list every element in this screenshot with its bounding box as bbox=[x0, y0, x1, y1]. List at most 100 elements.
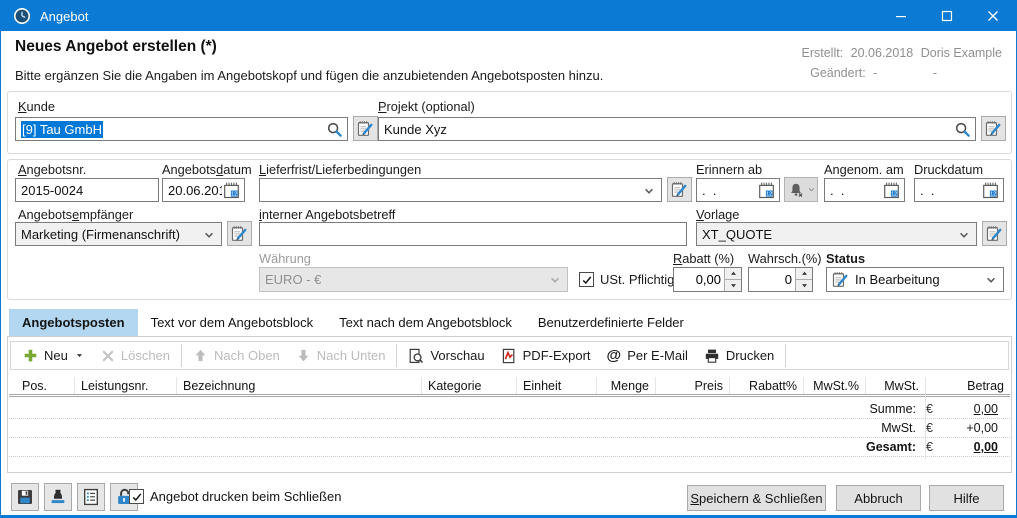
projekt-input[interactable]: Kunde Xyz bbox=[378, 117, 976, 141]
minimize-button[interactable] bbox=[878, 1, 924, 31]
status-combobox[interactable]: In Bearbeitung bbox=[826, 267, 1004, 292]
spin-down-icon bbox=[800, 281, 809, 290]
column-header[interactable]: Menge bbox=[597, 377, 656, 394]
wahrsch-spin-up-button[interactable] bbox=[796, 268, 812, 280]
calendar-icon[interactable] bbox=[883, 182, 900, 199]
druckdatum-label: Druckdatum bbox=[914, 162, 983, 177]
rabatt-label: Rabatt (%) bbox=[673, 251, 734, 266]
column-header[interactable]: Preis bbox=[656, 377, 730, 394]
projekt-edit-button[interactable] bbox=[981, 116, 1006, 141]
preview-icon bbox=[408, 348, 424, 364]
kunde-search-icon[interactable] bbox=[326, 121, 343, 138]
neu-button[interactable]: Neu bbox=[15, 344, 93, 368]
created-date: 20.06.2018 bbox=[851, 46, 914, 60]
ust-label: USt. Pflichtig bbox=[600, 272, 674, 287]
close-button[interactable] bbox=[970, 1, 1016, 31]
rabatt-spinner[interactable]: 0,00 bbox=[673, 267, 742, 292]
angenommen-date-input[interactable]: . . bbox=[824, 178, 905, 202]
modified-label: Geändert: bbox=[810, 66, 866, 80]
reminder-bell-button[interactable] bbox=[784, 177, 818, 202]
empfaenger-combobox[interactable]: Marketing (Firmenanschrift) bbox=[15, 222, 222, 246]
column-header[interactable]: Pos. bbox=[16, 377, 75, 394]
chevron-down-icon bbox=[956, 227, 972, 243]
waehrung-label: Währung bbox=[259, 251, 311, 266]
maximize-icon bbox=[939, 8, 955, 24]
at-icon: @ bbox=[607, 347, 622, 364]
empfaenger-edit-button[interactable] bbox=[227, 221, 252, 246]
angenommen-label: Angenom. am bbox=[824, 162, 904, 177]
calendar-icon[interactable] bbox=[758, 182, 775, 199]
stamp-icon-button[interactable] bbox=[44, 483, 72, 511]
spin-down-icon bbox=[729, 281, 738, 290]
vorlage-combobox[interactable]: XT_QUOTE bbox=[696, 222, 977, 246]
report-icon-button[interactable] bbox=[77, 483, 105, 511]
status-label: Status bbox=[826, 251, 865, 266]
stamp-icon bbox=[49, 488, 67, 506]
print-on-close-checkbox[interactable] bbox=[129, 489, 144, 504]
pdf-export-button[interactable]: PDF-Export bbox=[493, 344, 599, 368]
created-user: Doris Example bbox=[921, 46, 1002, 60]
empfaenger-label: Angebotsempfänger bbox=[18, 207, 133, 222]
spin-up-icon bbox=[729, 269, 738, 278]
title-bar: Angebot bbox=[1, 1, 1016, 31]
cancel-button[interactable]: Abbruch bbox=[836, 485, 921, 511]
vorlage-edit-button[interactable] bbox=[982, 221, 1007, 246]
kunde-edit-button[interactable] bbox=[353, 116, 378, 141]
toolbar-separator bbox=[396, 344, 397, 367]
rabatt-spin-up-button[interactable] bbox=[725, 268, 741, 280]
edit-icon bbox=[832, 271, 849, 288]
column-header[interactable]: MwSt.% bbox=[804, 377, 866, 394]
save-icon-button[interactable] bbox=[11, 483, 39, 511]
positions-table-header: Pos. Leistungsnr. Bezeichnung Kategorie … bbox=[9, 377, 1010, 397]
angebotsnr-label: Angebotsnr. bbox=[18, 162, 86, 177]
loeschen-button[interactable]: Löschen bbox=[93, 344, 178, 368]
column-header[interactable]: Bezeichnung bbox=[177, 377, 422, 394]
rabatt-spin-down-button[interactable] bbox=[725, 280, 741, 291]
edit-icon bbox=[671, 181, 688, 198]
check-icon bbox=[131, 491, 143, 503]
per-email-button[interactable]: @ Per E-Mail bbox=[599, 344, 696, 368]
tab-bar: Angebotsposten Text vor dem Angebotsbloc… bbox=[9, 309, 697, 336]
maximize-button[interactable] bbox=[924, 1, 970, 31]
tab-text-nach-angebotsblock[interactable]: Text nach dem Angebotsblock bbox=[326, 309, 525, 336]
nach-oben-button[interactable]: Nach Oben bbox=[185, 344, 288, 368]
kunde-value: [9] Tau GmbH bbox=[21, 121, 103, 138]
tab-text-vor-angebotsblock[interactable]: Text vor dem Angebotsblock bbox=[138, 309, 327, 336]
angebotsdatum-input[interactable]: 20.06.2018 bbox=[162, 178, 245, 202]
wahrsch-spinner[interactable]: 0 bbox=[748, 267, 813, 292]
column-header[interactable]: Betrag bbox=[926, 377, 1010, 394]
vorschau-button[interactable]: Vorschau bbox=[400, 344, 492, 368]
wahrsch-label: Wahrsch.(%) bbox=[748, 251, 821, 266]
mwst-value: +0,00 bbox=[946, 421, 998, 435]
column-header[interactable]: Rabatt% bbox=[730, 377, 804, 394]
column-header[interactable]: Kategorie bbox=[422, 377, 517, 394]
delete-x-icon bbox=[101, 349, 115, 363]
tab-angebotsposten[interactable]: Angebotsposten bbox=[9, 309, 138, 336]
druckdatum-date-input[interactable]: . . bbox=[914, 178, 1004, 202]
edit-icon bbox=[986, 225, 1003, 242]
summe-value: 0,00 bbox=[946, 402, 998, 416]
waehrung-combobox: EURO - € bbox=[259, 267, 568, 292]
save-close-button[interactable]: Speichern & Schließen bbox=[687, 485, 826, 511]
tab-benutzerdefinierte-felder[interactable]: Benutzerdefinierte Felder bbox=[525, 309, 697, 336]
calendar-icon[interactable] bbox=[982, 182, 999, 199]
lieferfrist-combobox[interactable] bbox=[259, 178, 662, 202]
erinnern-date-input[interactable]: . . bbox=[696, 178, 780, 202]
column-header[interactable]: Einheit bbox=[517, 377, 597, 394]
lieferfrist-edit-button[interactable] bbox=[667, 177, 692, 202]
ust-checkbox[interactable] bbox=[579, 272, 594, 287]
calendar-icon[interactable] bbox=[223, 182, 240, 199]
projekt-search-icon[interactable] bbox=[954, 121, 971, 138]
column-header[interactable]: MwSt. bbox=[866, 377, 926, 394]
chevron-down-icon bbox=[806, 184, 817, 195]
kunde-input[interactable]: [9] Tau GmbH bbox=[15, 117, 348, 141]
column-header[interactable]: Leistungsnr. bbox=[75, 377, 177, 394]
angebotsnr-input[interactable]: 2015-0024 bbox=[15, 178, 159, 202]
drucken-button[interactable]: Drucken bbox=[696, 344, 782, 368]
nach-unten-button[interactable]: Nach Unten bbox=[288, 344, 394, 368]
chevron-down-icon bbox=[983, 272, 999, 288]
betreff-input[interactable] bbox=[259, 222, 687, 246]
chevron-down-icon bbox=[201, 227, 217, 243]
wahrsch-spin-down-button[interactable] bbox=[796, 280, 812, 291]
help-button[interactable]: Hilfe bbox=[929, 485, 1004, 511]
